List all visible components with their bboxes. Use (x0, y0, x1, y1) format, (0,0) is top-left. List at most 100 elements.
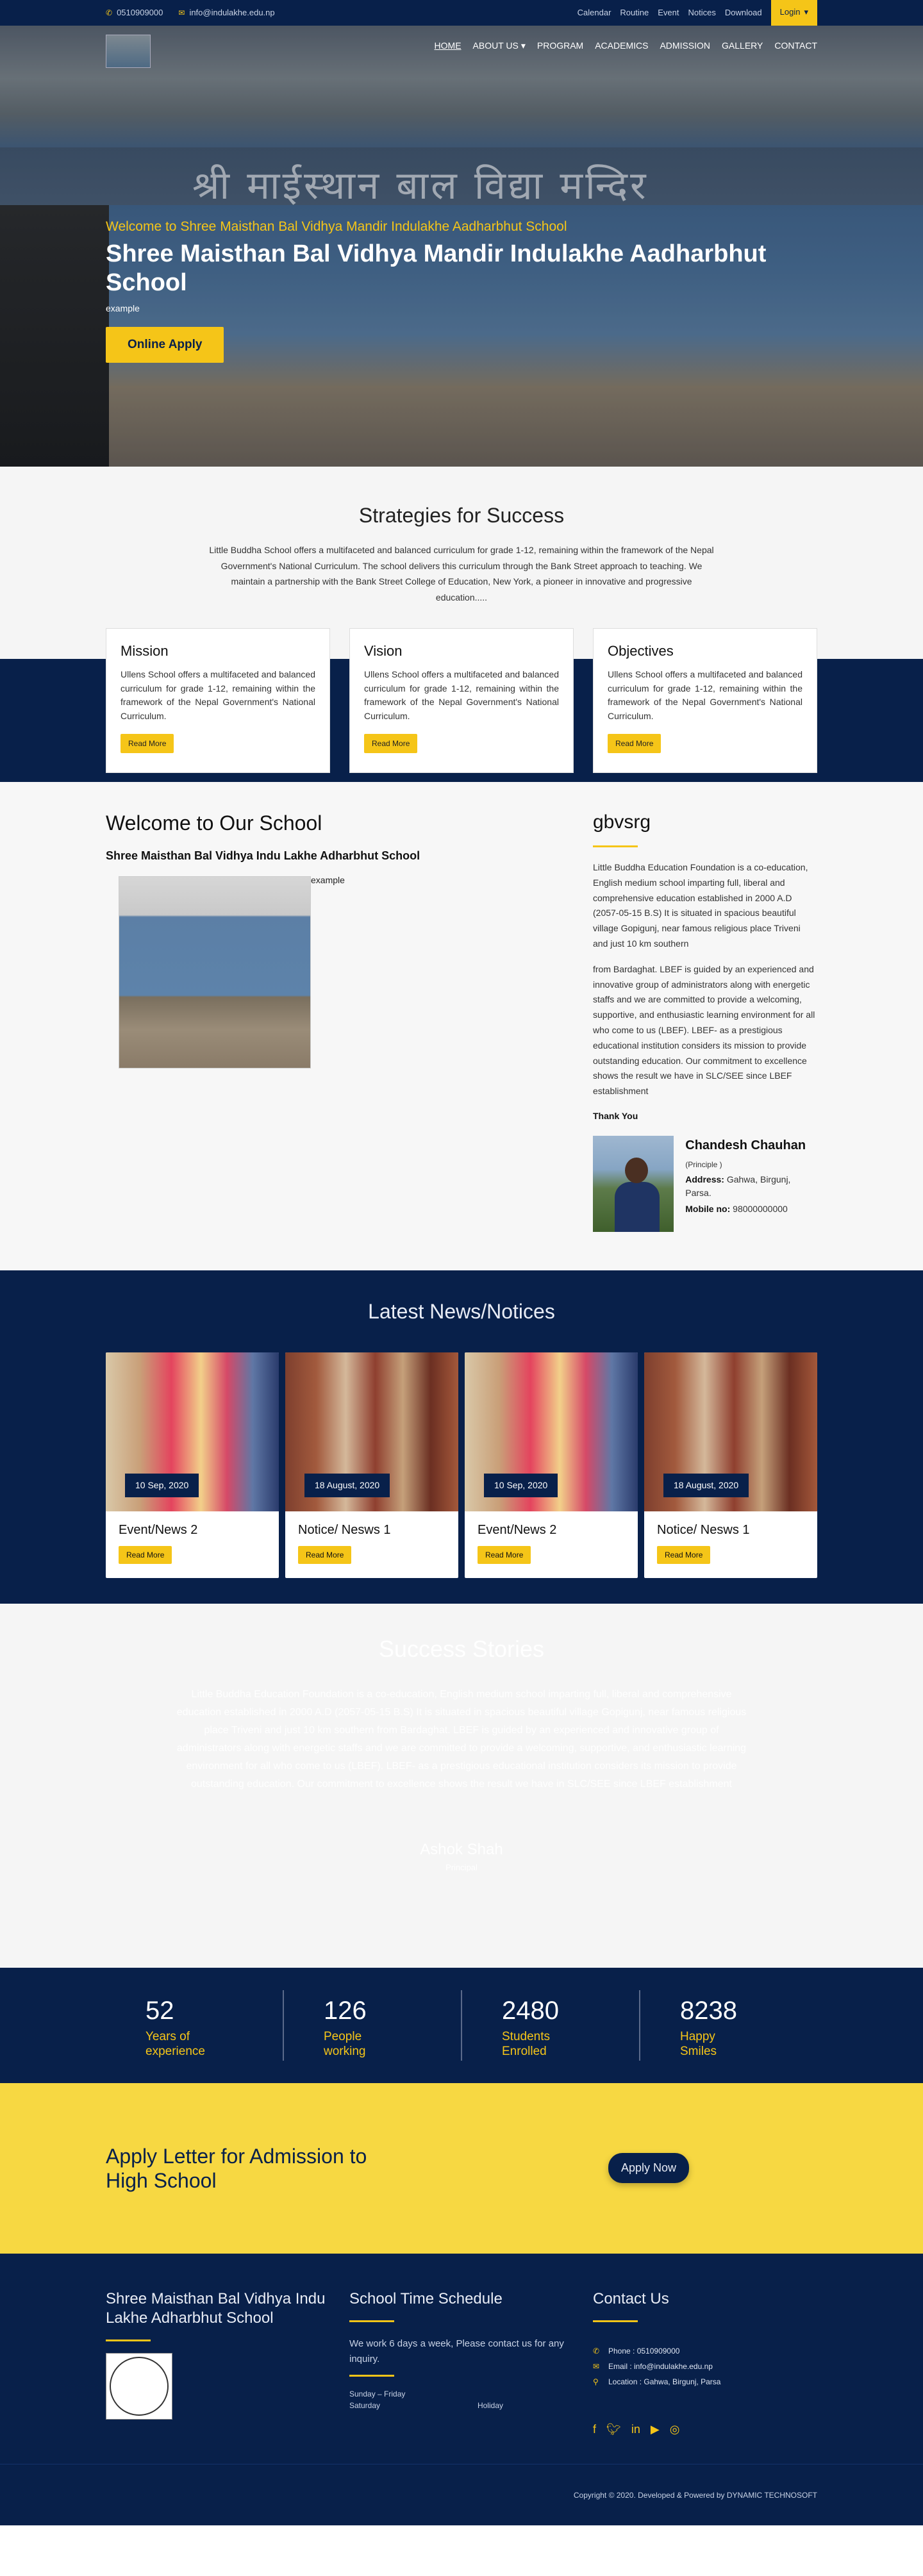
card-title: Vision (364, 643, 403, 659)
principal-name: Chandesh Chauhan (685, 1138, 806, 1152)
card-title: Mission (121, 643, 169, 659)
login-button[interactable]: Login ▾ (770, 0, 817, 26)
divider (349, 2374, 394, 2377)
success-title: Success Stories (378, 1635, 545, 1662)
read-more-button[interactable]: Read More (657, 1545, 711, 1564)
divider (349, 2320, 394, 2322)
email-icon: ✉ (593, 2361, 600, 2371)
nav-contact[interactable]: CONTACT (774, 39, 817, 53)
hero-caption: Welcome to Shree Maisthan Bal Vidhya Man… (106, 217, 817, 363)
side-title: gbvsrg (593, 811, 651, 833)
linkedin-icon[interactable]: in (631, 2421, 640, 2438)
facebook-icon[interactable]: f (593, 2421, 596, 2438)
news-card[interactable]: 10 Sep, 2020 Event/News 2 Read More (106, 1352, 279, 1578)
stat-years: 52 Years of experience (146, 1997, 205, 2058)
phone-icon: ✆ (593, 2346, 600, 2356)
nav-about-us[interactable]: ABOUT US ▾ (473, 39, 526, 53)
topbar-email[interactable]: ✉ info@indulakhe.edu.np (178, 6, 274, 19)
schedule-saturday: Saturday (349, 2400, 381, 2410)
read-more-button[interactable]: Read More (478, 1545, 531, 1564)
contact-title: Contact Us (593, 2289, 669, 2307)
card-title: Objectives (608, 643, 674, 659)
read-more-button[interactable]: Read More (364, 733, 418, 753)
news-date: 18 August, 2020 (663, 1473, 749, 1497)
apply-now-button[interactable]: Apply Now (608, 2153, 689, 2184)
contact-phone[interactable]: ✆ Phone : 0510909000 (593, 2345, 817, 2357)
twitter-icon[interactable]: 🐦︎ (606, 2421, 621, 2438)
objectives-card: Objectives Ullens School offers a multif… (593, 628, 817, 773)
top-bar: ✆ 0510909000 ✉ info@indulakhe.edu.np Calen… (0, 0, 923, 26)
news-image: 10 Sep, 2020 (106, 1352, 279, 1511)
divider (593, 2320, 638, 2322)
welcome-title: Welcome to Our School (106, 811, 322, 835)
copyright-text: Copyright © 2020. Developed & Powered by… (573, 2490, 817, 2500)
news-date: 10 Sep, 2020 (484, 1473, 558, 1497)
stat-smiles: 8238 Happy Smiles (639, 1990, 817, 2061)
instagram-icon[interactable]: ◎ (670, 2421, 680, 2438)
news-date: 10 Sep, 2020 (125, 1473, 199, 1497)
read-more-button[interactable]: Read More (298, 1545, 352, 1564)
card-text: Ullens School offers a multifaceted and … (121, 669, 315, 722)
read-more-button[interactable]: Read More (119, 1545, 172, 1564)
news-image: 18 August, 2020 (644, 1352, 817, 1511)
about-paragraph: from Bardaghat. LBEF is guided by an exp… (593, 963, 815, 1097)
caret-down-icon: ▾ (520, 40, 526, 51)
topbar-link-notices[interactable]: Notices (688, 6, 715, 19)
nav-program[interactable]: PROGRAM (537, 39, 583, 53)
about-paragraph: Little Buddha Education Foundation is a … (593, 862, 808, 949)
phone-icon: ✆ (106, 8, 113, 17)
news-image: 18 August, 2020 (285, 1352, 458, 1511)
topbar-link-download[interactable]: Download (725, 6, 762, 19)
footer-school-name: Shree Maisthan Bal Vidhya Indu Lakhe Adh… (106, 2289, 326, 2327)
news-card-title: Event/News 2 (119, 1522, 198, 1537)
nav-academics[interactable]: ACADEMICS (595, 39, 648, 53)
schedule-holiday: Holiday (477, 2400, 503, 2410)
school-logo[interactable] (106, 35, 151, 68)
news-card[interactable]: 18 August, 2020 Notice/ Nesws 1 Read More (285, 1352, 458, 1578)
nav-gallery[interactable]: GALLERY (722, 39, 763, 53)
topbar-link-calendar[interactable]: Calendar (578, 6, 611, 19)
schedule-text: We work 6 days a week, Please contact us… (349, 2338, 564, 2364)
hero-title: Shree Maisthan Bal Vidhya Mandir Indulak… (106, 240, 767, 297)
image-caption: example (311, 875, 345, 885)
divider (106, 2339, 151, 2341)
principal-role: (Principle ) (685, 1159, 722, 1169)
stat-people: 126 People working (283, 1990, 461, 2061)
nav-home[interactable]: HOME (435, 39, 462, 53)
topbar-link-routine[interactable]: Routine (620, 6, 649, 19)
read-more-button[interactable]: Read More (608, 733, 661, 753)
strategies-section: Strategies for Success Little Buddha Sch… (0, 467, 923, 782)
card-text: Ullens School offers a multifaceted and … (608, 669, 802, 722)
news-section: Latest News/Notices 10 Sep, 2020 Event/N… (0, 1270, 923, 1604)
hero-subtitle: Welcome to Shree Maisthan Bal Vidhya Man… (106, 219, 567, 234)
news-card[interactable]: 18 August, 2020 Notice/ Nesws 1 Read More (644, 1352, 817, 1578)
caret-down-icon: ▾ (804, 7, 808, 17)
online-apply-button[interactable]: Online Apply (106, 326, 224, 363)
location-icon: ⚲ (593, 2377, 599, 2386)
vision-card: Vision Ullens School offers a multifacet… (349, 628, 574, 773)
mission-card: Mission Ullens School offers a multiface… (106, 628, 330, 773)
apply-title: Apply Letter for Admission to High Schoo… (106, 2144, 367, 2192)
card-text: Ullens School offers a multifaceted and … (364, 669, 559, 722)
topbar-phone[interactable]: ✆ 0510909000 (106, 6, 163, 19)
email-icon: ✉ (178, 8, 185, 17)
principal-photo (593, 1135, 674, 1232)
topbar-link-event[interactable]: Event (658, 6, 679, 19)
read-more-button[interactable]: Read More (121, 733, 174, 753)
news-card[interactable]: 10 Sep, 2020 Event/News 2 Read More (465, 1352, 638, 1578)
main-nav: HOME ABOUT US ▾ PROGRAM ACADEMICS ADMISSI… (435, 39, 817, 53)
success-person-position: Principal (445, 1862, 478, 1872)
nav-admission[interactable]: ADMISSION (660, 39, 710, 53)
principal-card: Chandesh Chauhan (Principle ) Address: G… (593, 1135, 817, 1232)
divider (593, 845, 638, 847)
youtube-icon[interactable]: ▶ (651, 2421, 660, 2438)
contact-email[interactable]: ✉ Email : info@indulakhe.edu.np (593, 2361, 817, 2372)
social-links: f 🐦︎ in ▶ ◎ (593, 2421, 817, 2438)
footer-logo (106, 2352, 172, 2420)
success-stories-section: Success Stories Little Buddha Education … (0, 1603, 923, 1968)
news-card-title: Notice/ Nesws 1 (657, 1522, 750, 1537)
success-person-name: Ashok Shah (420, 1840, 503, 1858)
stats-section: 52 Years of experience 126 People working 24… (0, 1967, 923, 2083)
footer: Shree Maisthan Bal Vidhya Indu Lakhe Adh… (0, 2253, 923, 2464)
news-date: 18 August, 2020 (304, 1473, 390, 1497)
